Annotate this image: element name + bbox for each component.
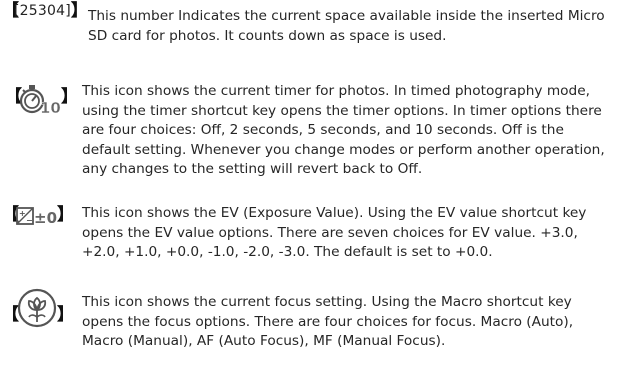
exposure-value-description: This icon shows the EV (Exposure Value).… [82,205,587,261]
close-bracket: 】 [61,87,78,107]
space-counter-description: This number Indicates the current space … [88,8,605,44]
self-timer-10-icon: 10 [19,82,63,118]
self-timer-marker: 【 10 】 [5,82,78,122]
svg-text:10: 10 [40,99,61,117]
space-counter-value: [25304] [14,3,71,19]
exposure-value-icon: + − ±0 [15,204,63,232]
svg-text:±0: ±0 [34,209,57,227]
macro-focus-description: This icon shows the current focus settin… [82,294,574,350]
exposure-value-marker: 【 + − ±0 】 [2,204,74,244]
macro-flower-icon [15,288,59,328]
self-timer-description: This icon shows the current timer for ph… [82,83,605,178]
svg-text:+: + [19,209,26,218]
close-bracket: 】 [57,305,74,325]
macro-focus-marker: 【 】 [2,288,74,328]
space-counter-marker: 【 [25304] 】 [2,2,88,42]
close-bracket: 】 [57,205,74,225]
close-bracket: 】 [70,1,88,21]
svg-text:−: − [26,216,33,225]
